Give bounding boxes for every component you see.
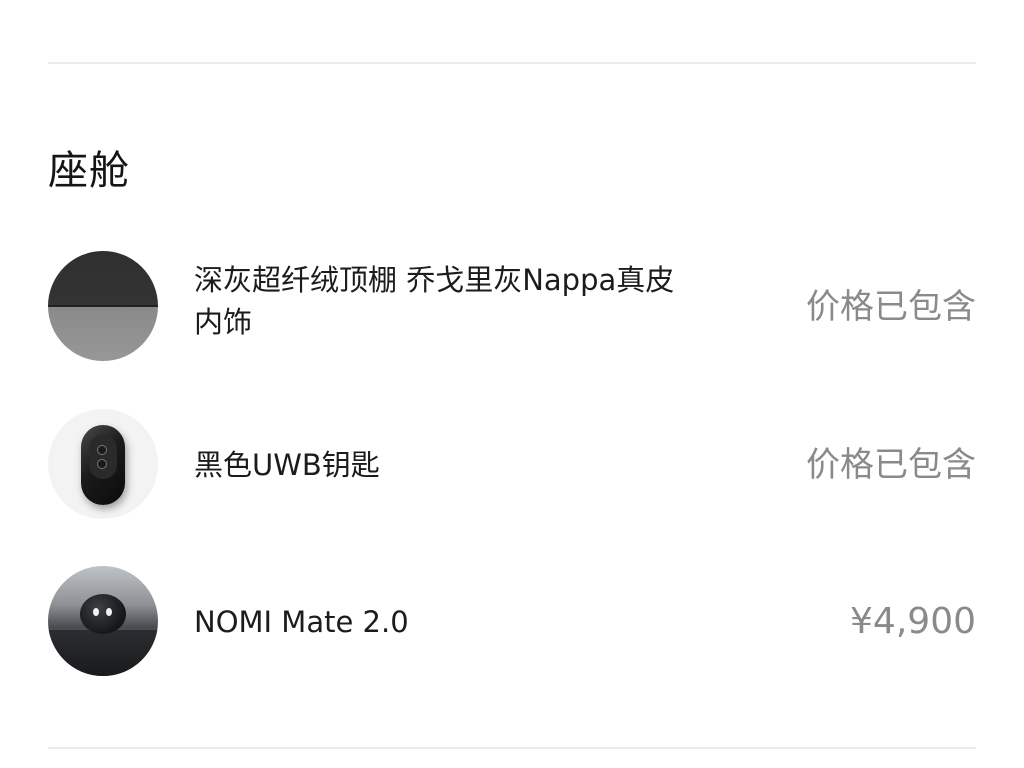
key-fob-unlock-button — [97, 459, 107, 469]
option-item-label: 深灰超纤绒顶棚 乔戈里灰Nappa真皮内饰 — [194, 263, 675, 339]
uwb-key-fob-icon — [48, 409, 158, 519]
cockpit-options-page: 座舱 深灰超纤绒顶棚 乔戈里灰Nappa真皮内饰 价格已包含 黑色UWB钥匙 价… — [0, 0, 1024, 768]
option-item-price: 价格已包含 — [806, 287, 976, 327]
option-item-nomi-mate[interactable]: NOMI Mate 2.0 ¥4,900 — [48, 566, 976, 678]
top-divider — [48, 62, 976, 64]
nomi-mate-device-icon — [48, 566, 158, 676]
swatch-split-line — [48, 305, 158, 307]
key-fob-face — [89, 435, 117, 479]
key-fob-lock-button — [97, 445, 107, 455]
key-fob-body — [81, 425, 125, 505]
option-item-label: 黑色UWB钥匙 — [194, 448, 380, 482]
dashboard-shape — [48, 628, 158, 676]
bottom-divider — [48, 747, 976, 749]
section-title: 座舱 — [48, 148, 130, 194]
option-item-label: NOMI Mate 2.0 — [194, 605, 409, 639]
option-item-interior[interactable]: 深灰超纤绒顶棚 乔戈里灰Nappa真皮内饰 价格已包含 — [48, 251, 976, 363]
option-item-uwb-key[interactable]: 黑色UWB钥匙 价格已包含 — [48, 409, 976, 521]
nomi-head — [80, 594, 126, 634]
nomi-eye-right — [106, 608, 112, 616]
headliner-interior-swatch-icon — [48, 251, 158, 361]
nomi-eye-left — [93, 608, 99, 616]
option-item-price: ¥4,900 — [850, 601, 976, 642]
option-item-price: 价格已包含 — [806, 445, 976, 485]
